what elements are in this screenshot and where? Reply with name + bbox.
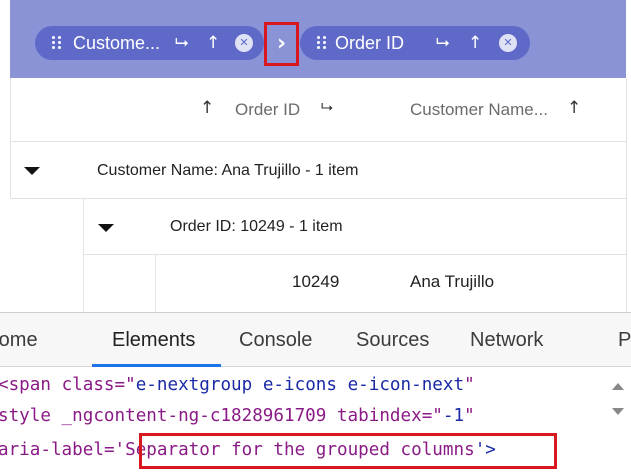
ungroup-icon[interactable]: ⮡ <box>175 31 189 55</box>
sort-ascending-icon[interactable]: ↑ <box>200 98 214 118</box>
scroll-up-icon[interactable] <box>612 383 624 390</box>
code-tag: <span <box>0 375 62 395</box>
indent-cell <box>10 199 84 312</box>
code-attr: aria-label <box>0 440 104 460</box>
tab-chrome[interactable]: rome <box>0 329 38 352</box>
collapse-caret-icon[interactable] <box>24 167 40 175</box>
code-line-span-open[interactable]: <span class="e-nextgroup e-icons e-icon-… <box>0 375 475 395</box>
code-punc: =' <box>103 440 126 460</box>
group-caption-row: Customer Name: Ana Trujillo - 1 item <box>10 142 626 199</box>
group-chip-label: Order ID <box>335 33 405 53</box>
group-separator-icon: › <box>264 22 299 66</box>
code-attr: style _ngcontent-ng-c1828961709 <box>0 406 337 426</box>
chevron-right-icon: › <box>276 31 287 56</box>
drag-handle-icon[interactable] <box>52 36 64 50</box>
tab-elements[interactable]: Elements <box>112 329 195 352</box>
tab-overflow[interactable]: P <box>618 329 631 352</box>
grid-header-row: ↑ Order ID ⮡ Customer Name... ↑ <box>10 78 626 142</box>
group-caption-row: Order ID: 10249 - 1 item <box>84 199 626 255</box>
code-attr-value: -1 <box>442 406 465 426</box>
tab-console[interactable]: Console <box>239 329 312 352</box>
cell-order-id: 10249 <box>292 272 340 291</box>
sort-ascending-icon[interactable]: ↑ <box>567 98 581 118</box>
devtools-tab-bar: rome Elements Console Sources Network P <box>0 313 631 367</box>
code-attr: tabindex <box>336 406 422 426</box>
column-header-customer-name[interactable]: Customer Name... <box>410 100 548 120</box>
grid: Custome... ⮡ ↑ ✕ › Order ID ⮡ ↑ ✕ ↑ Orde… <box>0 0 631 312</box>
tab-sources[interactable]: Sources <box>356 329 429 352</box>
close-icon[interactable]: ✕ <box>235 34 253 52</box>
code-punc: " <box>464 406 475 426</box>
sort-ascending-icon[interactable]: ↑ <box>206 31 220 55</box>
collapse-caret-icon[interactable] <box>98 224 114 232</box>
column-header-order-id[interactable]: Order ID <box>235 100 300 120</box>
group-caption-text: Order ID: 10249 - 1 item <box>170 218 343 235</box>
group-chip-customer-name[interactable]: Custome... ⮡ ↑ ✕ <box>35 26 264 60</box>
code-attr: class <box>61 375 115 395</box>
indent-cell <box>84 255 156 312</box>
partial-code-line <box>0 367 600 372</box>
drag-handle-icon[interactable] <box>317 36 329 50</box>
group-caption-text: Customer Name: Ana Trujillo - 1 item <box>97 162 359 179</box>
highlight-box <box>139 433 557 469</box>
grid-right-border <box>626 78 627 312</box>
scroll-down-icon[interactable] <box>612 408 624 415</box>
group-chip-order-id[interactable]: Order ID ⮡ ↑ ✕ <box>300 26 530 60</box>
code-line-attributes[interactable]: style _ngcontent-ng-c1828961709 tabindex… <box>0 406 475 426</box>
group-icon[interactable]: ⮡ <box>321 98 333 116</box>
cell-customer-name: Ana Trujillo <box>410 272 495 291</box>
sort-ascending-icon[interactable]: ↑ <box>468 31 482 55</box>
code-punc: =" <box>114 375 136 395</box>
tab-network[interactable]: Network <box>470 329 543 352</box>
group-chip-label: Custome... <box>73 33 161 53</box>
table-row[interactable]: 10249 Ana Trujillo <box>156 255 626 312</box>
code-punc: " <box>464 375 475 395</box>
close-icon[interactable]: ✕ <box>499 34 517 52</box>
ungroup-icon[interactable]: ⮡ <box>436 31 450 55</box>
code-punc: =" <box>421 406 443 426</box>
code-attr-value: e-nextgroup e-icons e-icon-next <box>135 375 465 395</box>
